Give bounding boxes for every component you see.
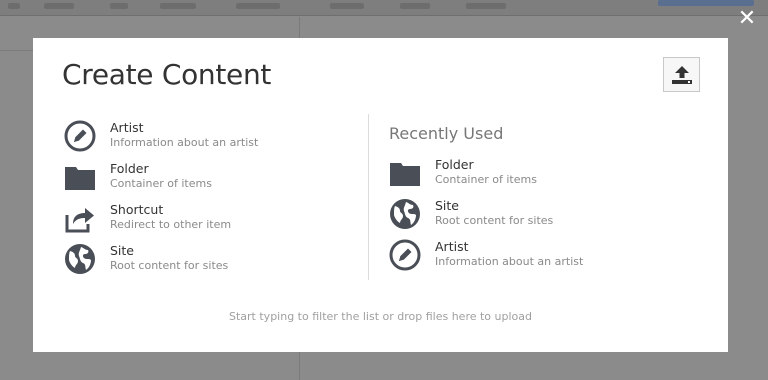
- upload-icon: [672, 66, 692, 84]
- item-description: Container of items: [110, 177, 212, 190]
- recently-used-panel: Recently Used Folder Container of items Si…: [389, 118, 689, 278]
- item-description: Information about an artist: [110, 136, 259, 149]
- create-content-dialog: Create Content Artist Information about a…: [33, 38, 728, 352]
- folder-icon: [64, 161, 98, 193]
- item-name: Folder: [435, 157, 474, 172]
- recent-type-site[interactable]: Site Root content for sites: [389, 196, 689, 237]
- dialog-title: Create Content: [62, 58, 272, 91]
- content-type-artist[interactable]: Artist Information about an artist: [64, 118, 364, 159]
- globe-icon: [389, 198, 423, 230]
- recently-used-title: Recently Used: [389, 124, 504, 143]
- item-name: Site: [110, 243, 134, 258]
- pencil-icon: [64, 120, 98, 152]
- content-type-site[interactable]: Site Root content for sites: [64, 241, 364, 282]
- content-type-folder[interactable]: Folder Container of items: [64, 159, 364, 200]
- recent-type-artist[interactable]: Artist Information about an artist: [389, 237, 689, 278]
- column-divider: [368, 114, 369, 280]
- item-name: Artist: [435, 239, 469, 254]
- upload-button[interactable]: [663, 57, 700, 92]
- item-description: Root content for sites: [435, 214, 554, 227]
- pencil-icon: [389, 239, 423, 271]
- content-type-list: Artist Information about an artist Folder C…: [64, 118, 364, 282]
- content-type-shortcut[interactable]: Shortcut Redirect to other item: [64, 200, 364, 241]
- item-description: Information about an artist: [435, 255, 584, 268]
- background-toolbar: [0, 0, 768, 16]
- item-name: Shortcut: [110, 202, 164, 217]
- item-name: Site: [435, 198, 459, 213]
- item-description: Root content for sites: [110, 259, 229, 272]
- recent-type-folder[interactable]: Folder Container of items: [389, 155, 689, 196]
- item-description: Redirect to other item: [110, 218, 232, 231]
- filter-hint: Start typing to filter the list or drop …: [229, 310, 532, 323]
- item-name: Artist: [110, 120, 144, 135]
- globe-icon: [64, 243, 98, 275]
- share-icon: [64, 202, 98, 234]
- folder-icon: [389, 157, 423, 189]
- close-icon[interactable]: ✕: [736, 8, 758, 30]
- item-name: Folder: [110, 161, 149, 176]
- item-description: Container of items: [435, 173, 537, 186]
